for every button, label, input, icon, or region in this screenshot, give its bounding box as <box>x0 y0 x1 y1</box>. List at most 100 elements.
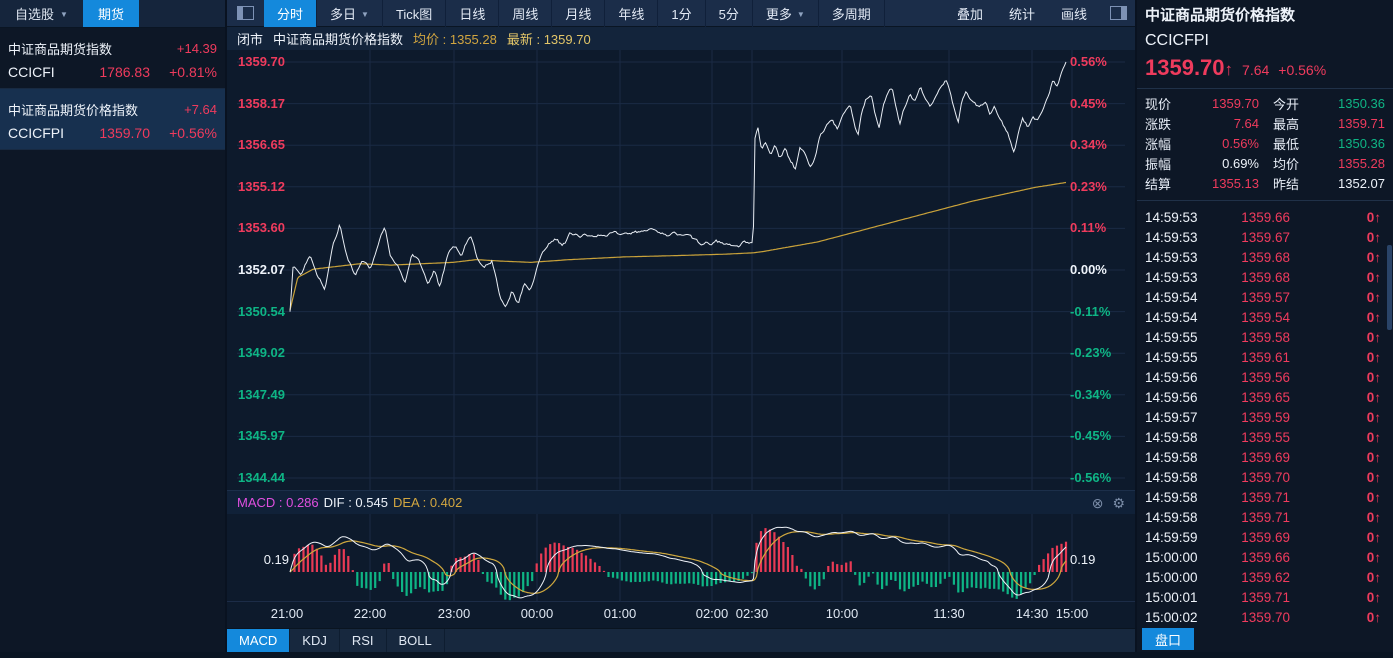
quote-price-row: 1359.70↑ 7.64 +0.56% <box>1145 55 1385 81</box>
tab-label: 更多 <box>765 6 792 22</box>
tab-label: Tick图 <box>395 6 433 22</box>
tick-volume: 0↑ <box>1366 309 1381 325</box>
tick-row: 14:59:58 1359.69 0↑ <box>1145 447 1385 467</box>
tab-label: 1分 <box>671 6 692 22</box>
period-tab[interactable]: 日线 <box>446 0 500 27</box>
tick-time: 14:59:55 <box>1145 329 1198 345</box>
period-tab[interactable]: 1分 <box>658 0 706 27</box>
period-tab[interactable]: 分时 <box>264 0 318 27</box>
main-chart[interactable]: 1359.70 1358.17 1356.65 1355.12 1353.60 1352.… <box>227 50 1135 490</box>
tick-volume: 0↑ <box>1366 329 1381 345</box>
macd-value: MACD : 0.286 <box>237 495 319 510</box>
quote-stats: 现价 1359.70 今开 1350.36 涨跌 7.64 最高 1359.71 涨幅 0.56%… <box>1145 93 1385 193</box>
y-axis-label: 1358.17 <box>238 95 285 111</box>
tick-volume: 0↑ <box>1366 249 1381 265</box>
tick-volume: 0↑ <box>1366 509 1381 525</box>
close-indicator-icon[interactable]: ⊗ <box>1092 496 1104 510</box>
tick-time: 14:59:54 <box>1145 289 1198 305</box>
tick-volume: 0↑ <box>1366 449 1381 465</box>
watchlist-group-tab[interactable]: 自选股 ▼ <box>0 0 83 27</box>
tick-volume: 0↑ <box>1366 289 1381 305</box>
period-tab[interactable]: 多日 ▼ <box>317 0 383 27</box>
watchlist-item[interactable]: 中证商品期货价格指数 +7.64 CCICFPI 1359.70 +0.56% <box>0 89 225 150</box>
period-tab[interactable]: 多周期 <box>819 0 885 27</box>
tab-label: 多日 <box>330 6 357 22</box>
period-tab[interactable]: 年线 <box>605 0 659 27</box>
avg-price-readout: 均价 : 1355.28 <box>413 32 497 47</box>
tick-volume: 0↑ <box>1366 609 1381 625</box>
instrument-name: 中证商品期货指数 <box>8 41 113 57</box>
x-axis-label: 14:30 <box>1015 606 1049 621</box>
period-tab[interactable]: 更多 ▼ <box>753 0 819 27</box>
stat-label: 涨跌 <box>1145 116 1172 132</box>
indicator-tab[interactable]: BOLL <box>387 629 445 652</box>
period-tab[interactable]: 周线 <box>499 0 553 27</box>
collapse-left-panel-icon[interactable] <box>237 6 254 20</box>
period-tab[interactable]: Tick图 <box>383 0 447 27</box>
x-axis-label: 01:00 <box>603 606 637 621</box>
tick-price: 1359.67 <box>1241 229 1290 245</box>
x-axis-label: 02:00 <box>695 606 729 621</box>
macd-pane[interactable]: 0.19 0.19 <box>227 514 1135 602</box>
pct-axis-label: 0.56% <box>1070 54 1107 69</box>
tick-price: 1359.59 <box>1241 409 1290 425</box>
overlay-button[interactable]: 叠加 <box>944 4 996 23</box>
chevron-down-icon: ▼ <box>361 9 369 19</box>
tick-row: 14:59:58 1359.55 0↑ <box>1145 427 1385 447</box>
collapse-right-panel-icon[interactable] <box>1110 6 1127 20</box>
tab-label: 日线 <box>459 6 486 22</box>
tick-volume: 0↑ <box>1366 209 1381 225</box>
tick-time: 14:59:59 <box>1145 529 1198 545</box>
stat-value: 1352.07 <box>1338 175 1385 191</box>
tick-volume: 0↑ <box>1366 369 1381 385</box>
stat-value: 1350.36 <box>1338 95 1385 111</box>
watchlist-item[interactable]: 中证商品期货指数 +14.39 CCICFI 1786.83 +0.81% <box>0 28 225 89</box>
tab-label: 月线 <box>565 6 592 22</box>
tick-price: 1359.71 <box>1241 489 1290 505</box>
tick-row: 14:59:54 1359.57 0↑ <box>1145 287 1385 307</box>
macd-header: MACD : 0.286 DIF : 0.545 DEA : 0.402 ⊗ ⚙ <box>227 490 1135 514</box>
tick-price: 1359.55 <box>1241 429 1290 445</box>
tick-price: 1359.69 <box>1241 449 1290 465</box>
tick-time: 14:59:55 <box>1145 349 1198 365</box>
period-tab[interactable]: 5分 <box>706 0 753 27</box>
indicator-tab[interactable]: RSI <box>340 629 387 652</box>
indicator-tab[interactable]: MACD <box>227 629 291 652</box>
tick-list[interactable]: 14:59:53 1359.66 0↑ 14:59:53 1359.67 0↑ 14:59:… <box>1145 204 1385 627</box>
pct-axis-label: 0.23% <box>1070 178 1107 194</box>
tick-row: 14:59:58 1359.71 0↑ <box>1145 507 1385 527</box>
instrument-price: 1359.70 <box>99 125 150 141</box>
pct-axis-label: -0.56% <box>1070 470 1112 485</box>
tick-time: 14:59:56 <box>1145 369 1198 385</box>
stat-value: 1359.71 <box>1338 115 1385 131</box>
y-axis-label: 1345.97 <box>238 428 285 444</box>
x-axis-label: 21:00 <box>270 606 304 621</box>
x-axis-label: 23:00 <box>437 606 471 621</box>
instrument-name: 中证商品期货价格指数 <box>8 102 139 118</box>
statistics-button[interactable]: 统计 <box>996 4 1048 23</box>
y-axis-label: 1359.70 <box>238 54 285 69</box>
tick-row: 14:59:53 1359.68 0↑ <box>1145 247 1385 267</box>
pankou-button[interactable]: 盘口 <box>1142 628 1194 650</box>
tick-time: 14:59:53 <box>1145 249 1198 265</box>
divider <box>1137 88 1393 89</box>
sidebar-topbar: 自选股 ▼ 期货 <box>0 0 225 28</box>
indicator-tab[interactable]: KDJ <box>290 629 340 652</box>
draw-line-button[interactable]: 画线 <box>1048 4 1100 23</box>
tick-row: 14:59:55 1359.61 0↑ <box>1145 347 1385 367</box>
tick-row: 14:59:58 1359.71 0↑ <box>1145 487 1385 507</box>
period-tab[interactable]: 月线 <box>552 0 606 27</box>
tick-price: 1359.62 <box>1241 569 1290 585</box>
futures-group-tab[interactable]: 期货 <box>82 0 139 27</box>
tick-time: 15:00:02 <box>1145 609 1198 625</box>
y-axis-label: 1347.49 <box>238 386 285 402</box>
y-axis-label: 1355.12 <box>238 178 285 194</box>
up-arrow-icon: ↑ <box>1224 60 1234 79</box>
tick-row: 14:59:53 1359.68 0↑ <box>1145 267 1385 287</box>
tick-volume: 0↑ <box>1366 589 1381 605</box>
scrollbar-thumb[interactable] <box>1387 245 1392 330</box>
tick-volume: 0↑ <box>1366 469 1381 485</box>
tick-price: 1359.71 <box>1241 589 1290 605</box>
indicator-settings-gear-icon[interactable]: ⚙ <box>1112 496 1125 510</box>
y-axis-label: 1344.44 <box>238 470 285 485</box>
